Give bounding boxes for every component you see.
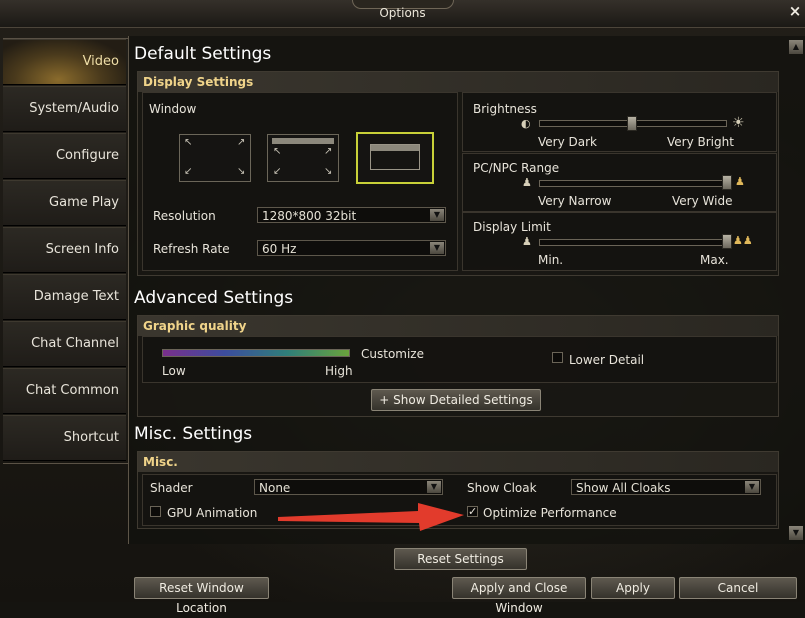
person-single-icon: ♟ (522, 235, 532, 248)
window-mode-fullscreen[interactable]: ↖ ↗ ↙ ↘ (179, 134, 251, 182)
limit-min-label: Min. (538, 253, 564, 267)
person-large-icon: ♟ (735, 175, 745, 188)
chevron-down-icon: ▼ (427, 481, 441, 493)
limit-max-label: Max. (700, 253, 729, 267)
titlebar-glyph (371, 145, 419, 151)
lower-detail-label: Lower Detail (569, 353, 645, 367)
chevron-down-icon: ▼ (430, 209, 444, 221)
arrow-se-icon: ↘ (237, 166, 246, 177)
graphic-quality-mode: Customize (361, 347, 424, 361)
window-label: Window (149, 102, 197, 116)
brightness-slider-thumb[interactable] (627, 116, 637, 131)
optimize-performance-label: Optimize Performance (483, 506, 617, 520)
shader-value: None (259, 481, 291, 495)
shader-label: Shader (150, 481, 193, 495)
show-cloak-select[interactable]: Show All Cloaks ▼ (571, 479, 761, 495)
graphic-quality-slider[interactable] (162, 349, 350, 357)
brightness-label: Brightness (473, 102, 537, 116)
misc-settings-title: Misc. Settings (134, 424, 253, 444)
checkmark-icon: ✓ (468, 505, 478, 518)
show-cloak-label: Show Cloak (467, 481, 537, 495)
display-limit-label: Display Limit (473, 220, 551, 234)
tab-shortcut[interactable]: Shortcut (3, 415, 126, 461)
shader-select[interactable]: None ▼ (254, 479, 443, 495)
arrow-sw-icon: ↙ (273, 166, 282, 177)
show-cloak-value: Show All Cloaks (576, 481, 671, 495)
scroll-down-icon[interactable]: ▼ (789, 526, 803, 540)
lower-detail-checkbox[interactable] (552, 352, 563, 363)
graphic-quality-header: Graphic quality (138, 316, 778, 336)
arrow-nw-icon: ↖ (184, 137, 193, 148)
tab-damage-text[interactable]: Damage Text (3, 274, 126, 320)
pc-npc-range-slider[interactable] (539, 180, 732, 187)
display-limit-slider-thumb[interactable] (722, 234, 732, 249)
range-min-label: Very Narrow (538, 194, 612, 208)
resolution-select[interactable]: 1280*800 32bit ▼ (257, 207, 446, 223)
person-small-icon: ♟ (522, 176, 532, 189)
pc-npc-range-label: PC/NPC Range (473, 161, 560, 175)
gpu-animation-checkbox[interactable] (150, 506, 161, 517)
close-icon[interactable]: × (787, 2, 803, 20)
chevron-down-icon: ▼ (745, 481, 759, 493)
pc-npc-range-slider-thumb[interactable] (722, 175, 732, 190)
arrow-ne-icon: ↗ (237, 137, 246, 148)
display-limit-slider[interactable] (539, 239, 732, 246)
tab-video[interactable]: Video (3, 39, 126, 85)
sidebar: Video System/Audio Configure Game Play S… (3, 38, 128, 464)
show-detailed-settings-button[interactable]: + Show Detailed Settings (371, 389, 541, 411)
window-mode-windowed-fullscreen[interactable]: ↖ ↗ ↙ ↘ (267, 134, 339, 182)
apply-and-close-button[interactable]: Apply and Close Window (452, 577, 586, 615)
window-mode-windowed[interactable] (356, 132, 434, 184)
chevron-down-icon: ▼ (430, 242, 444, 254)
reset-settings-button[interactable]: Reset Settings (394, 548, 527, 570)
sun-icon: ☀ (732, 115, 745, 131)
misc-header: Misc. (138, 452, 778, 472)
resolution-value: 1280*800 32bit (262, 209, 357, 223)
refresh-rate-select[interactable]: 60 Hz ▼ (257, 240, 446, 256)
graphic-quality-box (142, 336, 777, 383)
quality-high-label: High (325, 364, 353, 378)
tab-screen-info[interactable]: Screen Info (3, 227, 126, 273)
tab-configure[interactable]: Configure (3, 133, 126, 179)
title-bar: Options × (0, 0, 805, 28)
tab-chat-common[interactable]: Chat Common (3, 368, 126, 414)
resolution-label: Resolution (153, 209, 216, 223)
arrow-ne-icon: ↗ (324, 146, 333, 157)
window-title: Options (379, 6, 426, 20)
brightness-min-label: Very Dark (538, 135, 597, 149)
optimize-performance-checkbox[interactable]: ✓ (467, 506, 478, 517)
refresh-rate-value: 60 Hz (262, 242, 297, 256)
tab-game-play[interactable]: Game Play (3, 180, 126, 226)
titlebar-glyph (272, 138, 334, 144)
arrow-sw-icon: ↙ (184, 166, 193, 177)
quality-low-label: Low (162, 364, 186, 378)
tab-chat-channel[interactable]: Chat Channel (3, 321, 126, 367)
half-moon-icon: ◐ (521, 117, 531, 130)
tab-system-audio[interactable]: System/Audio (3, 86, 126, 132)
refresh-rate-label: Refresh Rate (153, 242, 230, 256)
default-settings-title: Default Settings (134, 44, 272, 64)
arrow-se-icon: ↘ (324, 166, 333, 177)
scroll-up-icon[interactable]: ▲ (789, 40, 803, 54)
display-settings-header: Display Settings (138, 72, 778, 92)
crowd-icon: ♟♟ (733, 234, 753, 247)
advanced-settings-title: Advanced Settings (134, 288, 294, 308)
window-glyph (370, 144, 420, 170)
reset-window-location-button[interactable]: Reset Window Location (134, 577, 269, 615)
gpu-animation-label: GPU Animation (167, 506, 258, 520)
cancel-button[interactable]: Cancel (679, 577, 797, 599)
apply-button[interactable]: Apply (591, 577, 675, 599)
brightness-max-label: Very Bright (667, 135, 734, 149)
arrow-nw-icon: ↖ (273, 146, 282, 157)
annotation-arrow-icon (278, 503, 464, 531)
range-max-label: Very Wide (672, 194, 733, 208)
